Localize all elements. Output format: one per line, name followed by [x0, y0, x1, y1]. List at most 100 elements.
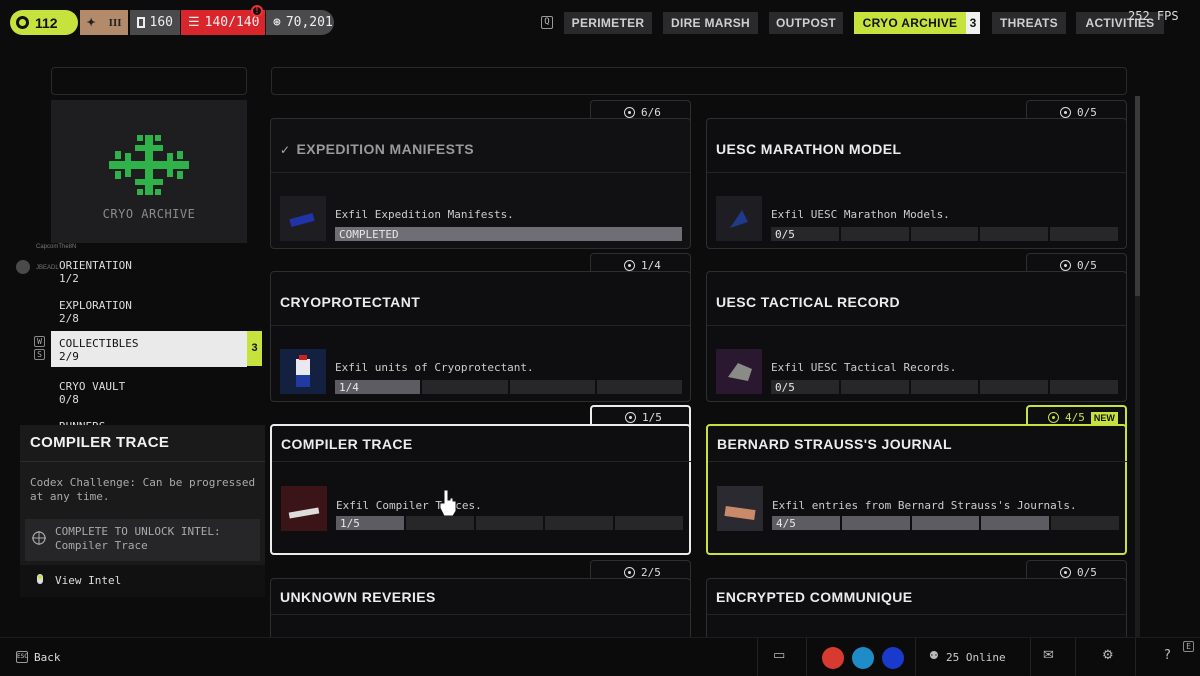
party-member-avatar[interactable]	[822, 647, 844, 669]
tab-cryo-archive[interactable]: CRYO ARCHIVE	[854, 12, 966, 34]
category-badge: 3	[247, 331, 262, 366]
card-uesc-tactical-record[interactable]: UESC TACTICAL RECORD Exfil UESC Tactical…	[706, 271, 1127, 402]
settings-gear-icon[interactable]: ⚙	[1102, 648, 1114, 663]
divider	[708, 461, 1127, 462]
mail-icon[interactable]: ✉	[1043, 648, 1054, 663]
vault-count: 160	[149, 15, 173, 30]
progress-bar: 0/5	[771, 380, 1118, 394]
card-bernard-strauss-journal[interactable]: BERNARD STRAUSS'S JOURNAL Exfil entries …	[706, 424, 1127, 555]
tab-perimeter[interactable]: PERIMETER	[564, 12, 652, 34]
gear-icon	[1060, 566, 1071, 578]
divider	[707, 325, 1126, 326]
category-name: COLLECTIBLES	[59, 337, 139, 350]
divider	[271, 614, 690, 615]
unlock-label: COMPLETE TO UNLOCK INTEL:	[55, 525, 221, 538]
credits-value: 70,201	[285, 15, 333, 30]
unlock-target: Compiler Trace	[55, 539, 148, 552]
progress-text: COMPLETED	[339, 228, 399, 241]
card-unknown-reveries[interactable]: UNKNOWN REVERIES	[270, 578, 691, 638]
alert-icon: !	[251, 5, 263, 17]
health-icon: ☰	[188, 15, 200, 30]
fps-counter: 252 FPS	[1128, 9, 1179, 23]
chat-user-1: CapcomThe8N	[36, 244, 77, 250]
card-title: UESC TACTICAL RECORD	[716, 294, 901, 310]
tab-outpost[interactable]: OUTPOST	[769, 12, 843, 34]
gear-icon	[624, 566, 635, 578]
divider	[707, 614, 1126, 615]
divider	[806, 638, 807, 676]
category-name: EXPLORATION	[59, 299, 132, 312]
card-description: Exfil units of Cryoprotectant.	[335, 361, 534, 374]
scrollbar-thumb[interactable]	[1135, 96, 1140, 296]
s-key-hint: S	[34, 349, 45, 360]
progress-text: 1/5	[340, 517, 360, 530]
card-title: ENCRYPTED COMMUNIQUE	[716, 589, 913, 605]
divider	[915, 638, 916, 676]
party-member-avatar[interactable]	[852, 647, 874, 669]
divider	[1075, 638, 1076, 676]
category-progress: 0/8	[59, 393, 79, 406]
card-cryoprotectant[interactable]: CRYOPROTECTANT Exfil units of Cryoprotec…	[270, 271, 691, 402]
rank-badge: ✦ III	[80, 10, 128, 35]
card-list-scrollbar[interactable]	[1135, 96, 1140, 641]
progress-text: 4/5	[776, 517, 796, 530]
blue-case-icon	[280, 196, 326, 241]
online-count[interactable]: 25 Online	[946, 651, 1006, 664]
card-encrypted-communique[interactable]: ENCRYPTED COMMUNIQUE	[706, 578, 1127, 638]
card-count: 4/5	[1065, 411, 1085, 424]
category-progress: 1/2	[59, 272, 79, 285]
card-description: Exfil Compiler Traces.	[336, 499, 482, 512]
category-progress: 2/9	[59, 350, 79, 363]
w-key-hint: W	[34, 336, 45, 347]
category-progress: 2/8	[59, 312, 79, 325]
category-exploration[interactable]: EXPLORATION 2/8	[51, 293, 247, 329]
chat-icon[interactable]: ▭	[773, 648, 785, 663]
divider	[1135, 638, 1136, 676]
card-title: CRYOPROTECTANT	[280, 294, 421, 310]
gear-icon	[625, 412, 636, 423]
record-icon	[716, 349, 762, 394]
check-icon: ✓	[280, 143, 291, 157]
card-compiler-trace[interactable]: COMPILER TRACE Exfil Compiler Traces. 1/…	[270, 424, 691, 555]
progress-bar: 4/5	[772, 516, 1119, 530]
divider	[271, 172, 690, 173]
divider	[1030, 638, 1031, 676]
tab-cryo-archive-count: 3	[966, 12, 980, 34]
unlock-intel-box: COMPLETE TO UNLOCK INTEL: Compiler Trace	[25, 519, 260, 561]
category-collectibles[interactable]: COLLECTIBLES 2/9	[51, 331, 247, 367]
gear-icon	[1060, 106, 1071, 118]
progress-text: 1/4	[339, 381, 359, 394]
category-orientation[interactable]: ORIENTATION 1/2	[51, 253, 247, 289]
level-badge: 112	[10, 10, 78, 35]
category-cryo-vault[interactable]: CRYO VAULT 0/8	[51, 374, 247, 410]
card-count: 6/6	[641, 105, 661, 119]
tab-threats[interactable]: THREATS	[992, 12, 1066, 34]
vault-icon	[137, 17, 145, 28]
progress-bar: 0/5	[771, 227, 1118, 241]
top-hud: 112 ✦ III 160 ☰ 140/140 ! ⊛ 70,201 Q PER…	[0, 0, 1200, 44]
party-member-avatar[interactable]	[882, 647, 904, 669]
view-intel-button[interactable]: View Intel	[20, 565, 265, 597]
credits-icon: ⊛	[273, 15, 281, 30]
chat-avatar	[16, 260, 30, 274]
card-expedition-manifests[interactable]: ✓ EXPEDITION MANIFESTS Exfil Expedition M…	[270, 118, 691, 249]
mouse-icon	[37, 574, 43, 584]
health-value: 140/140	[204, 15, 260, 30]
help-icon[interactable]: ?	[1164, 648, 1171, 663]
model-icon	[716, 196, 762, 241]
journal-icon	[717, 486, 763, 531]
back-button[interactable]: Back	[34, 651, 61, 664]
emblem-label: CRYO ARCHIVE	[102, 207, 196, 221]
rank-pin-icon: ✦	[86, 17, 96, 29]
ghost-panel-main	[271, 67, 1127, 95]
card-uesc-marathon-model[interactable]: UESC MARATHON MODEL Exfil UESC Marathon …	[706, 118, 1127, 249]
trace-icon	[281, 486, 327, 531]
card-title: ✓ EXPEDITION MANIFESTS	[280, 141, 475, 157]
card-count: 2/5	[641, 565, 661, 579]
card-count: 0/5	[1077, 105, 1097, 119]
tab-dire-marsh[interactable]: DIRE MARSH	[663, 12, 758, 34]
esc-key-hint: ESC	[16, 651, 28, 663]
card-title: BERNARD STRAUSS'S JOURNAL	[717, 436, 953, 452]
card-count: 1/5	[642, 411, 662, 424]
gear-icon	[624, 106, 635, 118]
